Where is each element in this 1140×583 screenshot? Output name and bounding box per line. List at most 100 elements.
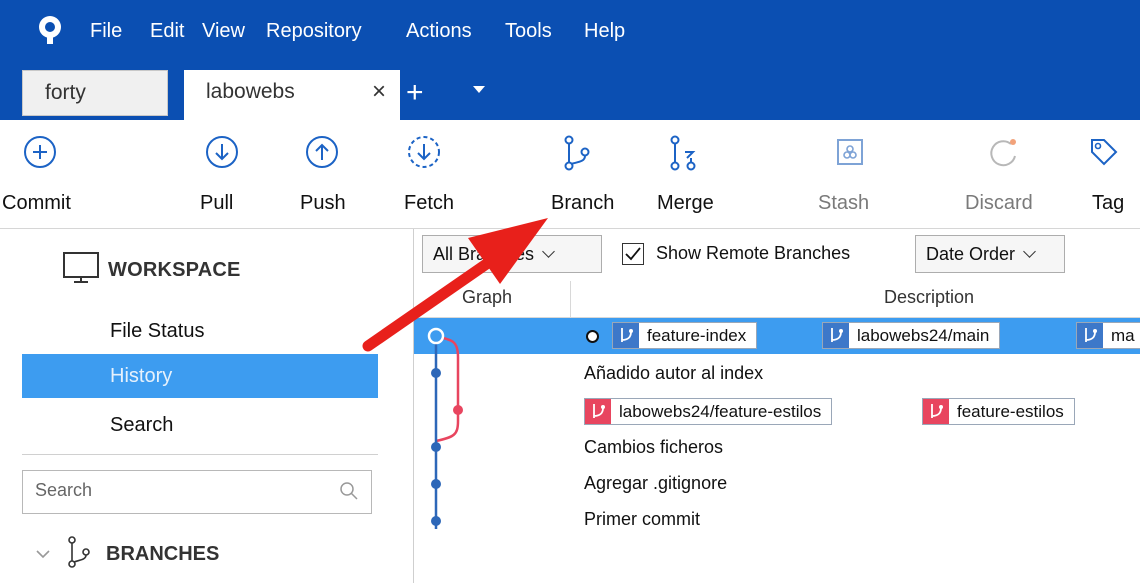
sidebar-item-search[interactable]: Search <box>22 403 378 447</box>
menu-repository[interactable]: Repository <box>266 20 362 43</box>
merge-button[interactable]: Merge <box>655 120 735 228</box>
chevron-down-icon <box>1023 245 1036 258</box>
branch-tag[interactable]: feature-estilos <box>922 398 1075 425</box>
commit-node <box>427 327 445 345</box>
fetch-button[interactable]: Fetch <box>400 120 480 228</box>
branch-tag-label: ma <box>1111 326 1135 345</box>
commit-label: Commit <box>2 192 71 214</box>
branch-icon <box>585 399 611 424</box>
branch-button[interactable]: Branch <box>545 120 635 228</box>
branch-filter-dropdown[interactable]: All Branches <box>422 235 602 273</box>
discard-icon <box>990 139 1016 167</box>
branch-label: Branch <box>551 192 615 214</box>
search-box[interactable] <box>22 470 372 514</box>
branch-tag[interactable]: ma <box>1076 322 1140 349</box>
toolbar: Commit Pull Push Fetch Branch Merge Stas… <box>0 120 1140 229</box>
stash-label: Stash <box>818 192 870 214</box>
branch-tag-label: feature-estilos <box>957 402 1064 421</box>
commit-node <box>431 368 441 378</box>
checkmark-icon <box>625 247 641 261</box>
branch-tag-label: labowebs24/main <box>857 326 990 345</box>
branch-filter-value: All Branches <box>433 244 535 264</box>
commit-message: Primer commit <box>584 509 700 529</box>
pull-button[interactable]: Pull <box>180 120 260 228</box>
branch-tag[interactable]: feature-index <box>612 322 758 349</box>
workspace-label: WORKSPACE <box>108 259 241 281</box>
commit-message: Agregar .gitignore <box>584 473 728 493</box>
arrow-up-circle-icon <box>306 136 338 168</box>
merge-label: Merge <box>657 192 714 214</box>
column-divider[interactable] <box>570 281 571 317</box>
chevron-down-icon[interactable] <box>34 543 54 573</box>
menu-bar: File Edit View Repository Actions Tools … <box>0 0 1140 70</box>
fetch-label: Fetch <box>404 192 455 214</box>
merge-icon <box>670 135 696 171</box>
menu-view[interactable]: View <box>202 20 245 43</box>
branch-icon <box>923 399 949 424</box>
branch-tag[interactable]: labowebs24/feature-estilos <box>584 398 833 425</box>
branches-label: BRANCHES <box>106 543 220 565</box>
commit-node <box>431 442 441 452</box>
sidebar-item-history[interactable]: History <box>22 354 378 398</box>
head-indicator-icon <box>586 330 599 343</box>
discard-label: Discard <box>965 192 1033 214</box>
sourcetree-logo-icon <box>39 16 61 44</box>
tab-label: labowebs <box>206 80 295 103</box>
branch-tag-label: labowebs24/feature-estilos <box>619 402 822 421</box>
tab-strip <box>0 70 1140 120</box>
branch-icon <box>564 135 590 171</box>
order-dropdown[interactable]: Date Order <box>915 235 1065 273</box>
sidebar-item-label: History <box>110 365 173 387</box>
commit-node <box>431 479 441 489</box>
tag-icon <box>1091 139 1118 166</box>
search-input[interactable] <box>33 479 327 502</box>
column-graph[interactable]: Graph <box>462 287 512 308</box>
show-remote-checkbox[interactable] <box>622 243 644 265</box>
close-icon[interactable]: × <box>372 70 386 114</box>
arrow-down-circle-icon <box>206 136 238 168</box>
divider <box>22 454 378 455</box>
branch-icon <box>1077 323 1103 348</box>
branch-tag[interactable]: labowebs24/main <box>822 322 1001 349</box>
monitor-icon <box>63 252 99 283</box>
order-value: Date Order <box>926 244 1016 264</box>
commit-node <box>453 405 463 415</box>
tab-dropdown-icon[interactable] <box>473 86 485 93</box>
discard-button[interactable]: Discard <box>955 120 1045 228</box>
stash-icon <box>837 139 863 165</box>
branch-tag-label: feature-index <box>647 326 747 345</box>
show-remote-label[interactable]: Show Remote Branches <box>656 243 850 264</box>
menu-edit[interactable]: Edit <box>150 20 184 43</box>
tab-labowebs[interactable]: labowebs × <box>184 70 400 120</box>
sidebar-item-file-status[interactable]: File Status <box>22 309 378 353</box>
search-icon[interactable] <box>339 481 359 501</box>
commit-node <box>431 516 441 526</box>
plus-circle-icon <box>24 136 56 168</box>
chevron-down-icon <box>542 245 555 258</box>
menu-file[interactable]: File <box>90 20 122 43</box>
push-button[interactable]: Push <box>288 120 368 228</box>
commit-message: Cambios ficheros <box>584 437 724 457</box>
history-panel: All Branches Show Remote Branches Date O… <box>414 229 1140 583</box>
branch-icon <box>823 323 849 348</box>
sidebar: WORKSPACE File Status History Search BRA… <box>0 229 414 583</box>
commit-graph <box>427 327 463 529</box>
branch-icon <box>613 323 639 348</box>
menu-help[interactable]: Help <box>584 20 625 43</box>
tag-label: Tag <box>1092 192 1125 214</box>
column-header: Graph Description <box>414 281 1140 318</box>
push-label: Push <box>300 192 346 214</box>
menu-tools[interactable]: Tools <box>505 20 552 43</box>
column-description[interactable]: Description <box>884 287 974 308</box>
menu-actions[interactable]: Actions <box>406 20 472 43</box>
commit-button[interactable]: Commit <box>0 120 80 228</box>
tab-label: forty <box>45 81 86 104</box>
sidebar-item-label: File Status <box>110 320 205 342</box>
fetch-icon <box>408 136 440 168</box>
stash-button[interactable]: Stash <box>808 120 888 228</box>
tab-forty[interactable]: forty <box>22 70 168 116</box>
pull-label: Pull <box>200 192 234 214</box>
commit-message: Añadido autor al index <box>584 363 764 383</box>
tag-button[interactable]: Tag <box>1084 120 1140 228</box>
new-tab-button[interactable]: + <box>406 78 424 108</box>
